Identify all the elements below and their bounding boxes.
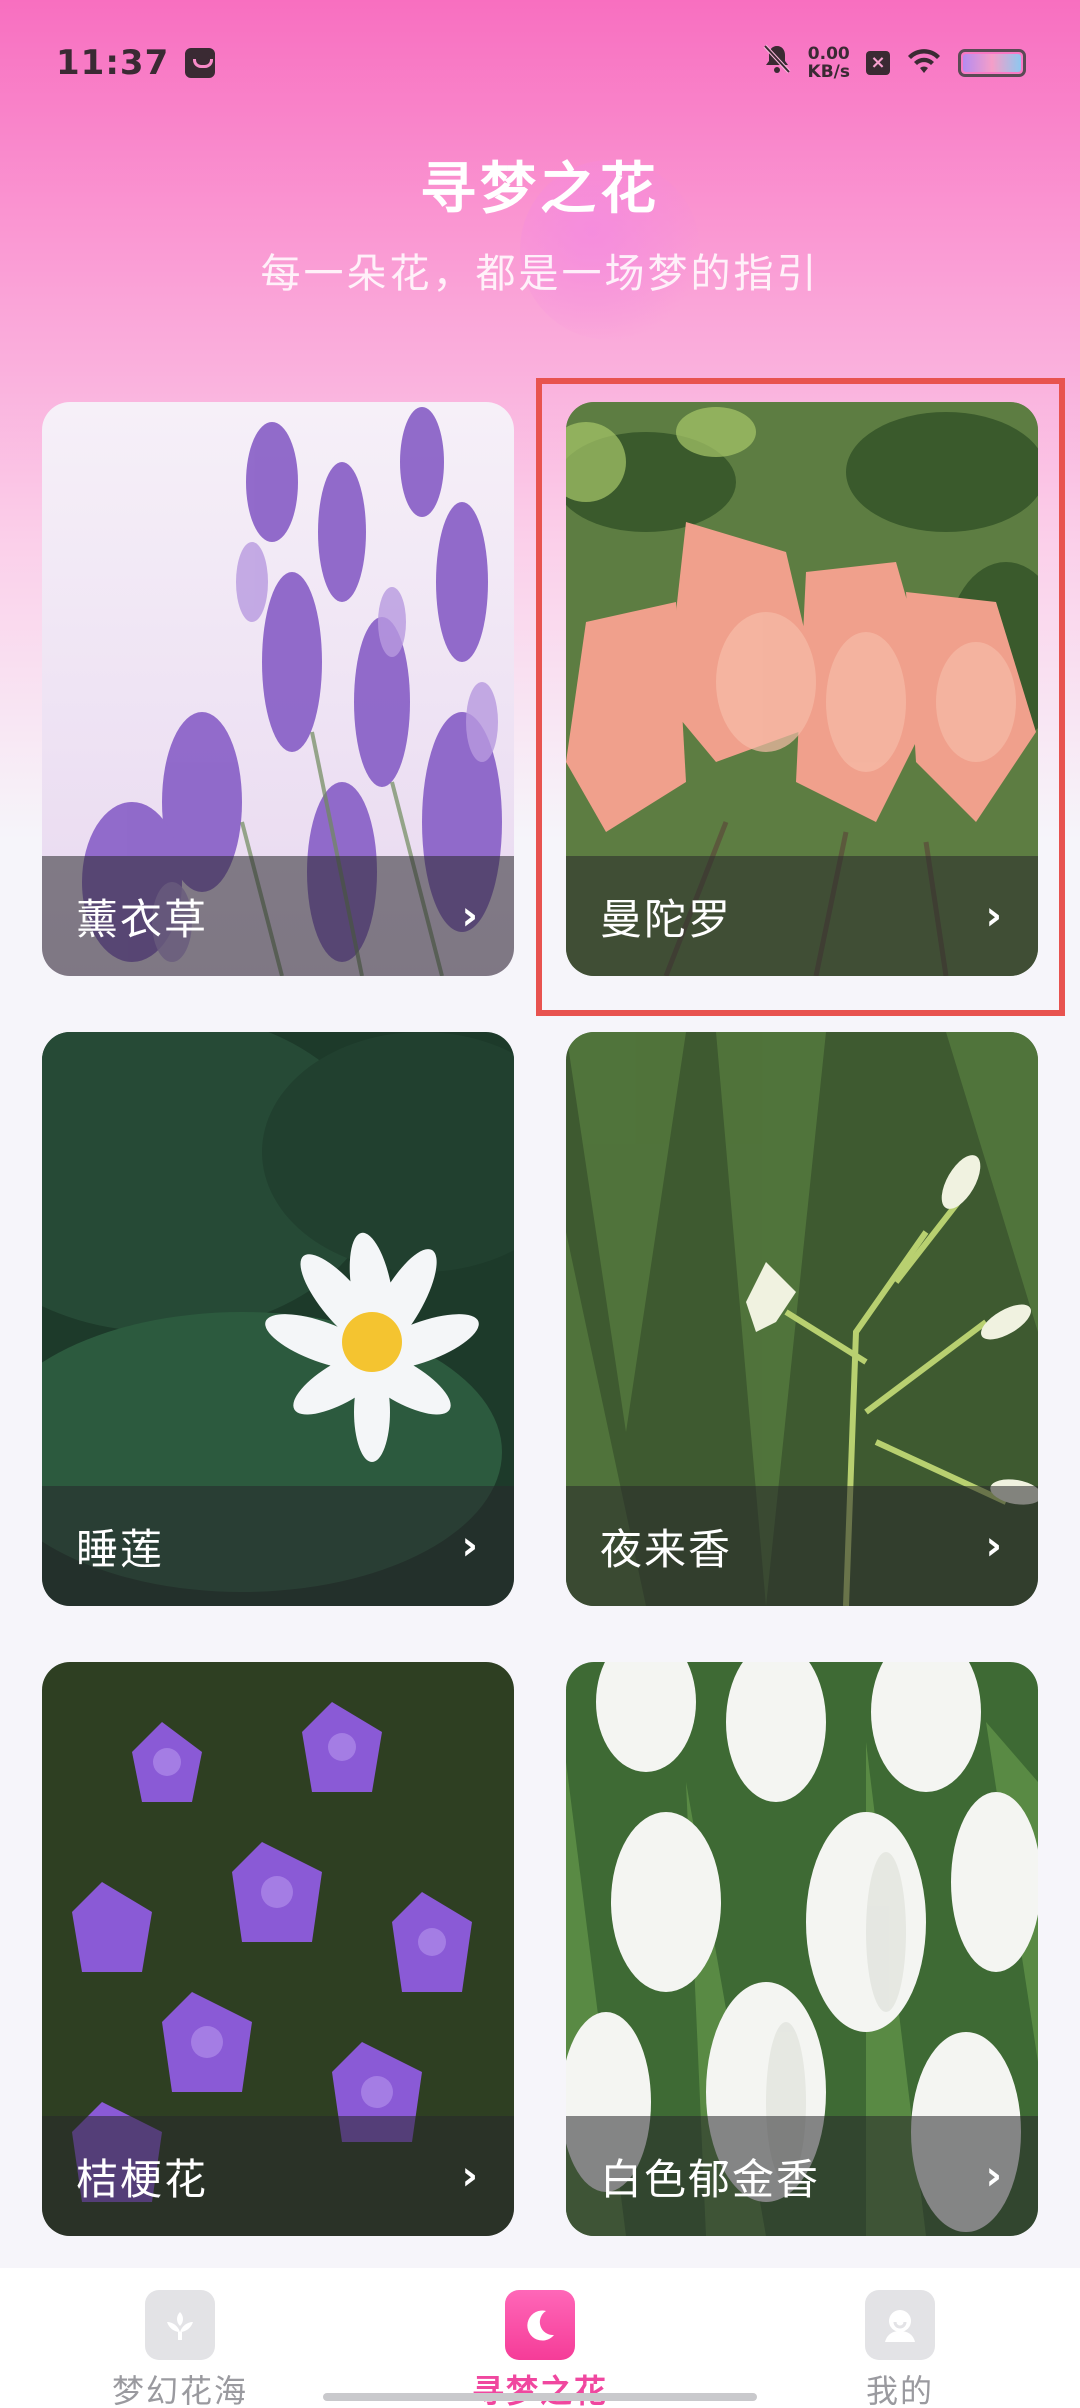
flower-card-balloon-flower[interactable]: 桔梗花 › [42,1662,514,2236]
chevron-right-icon: › [461,893,478,939]
flower-name: 薰衣草 [76,894,209,944]
nav-item-mine[interactable]: 我的 [750,2290,1050,2408]
network-speed-value: 0.00 [807,43,850,64]
bottom-navigation: 梦幻花海 寻梦之花 我的 [0,2268,1080,2408]
chevron-right-icon: › [461,1523,478,1569]
flower-label-bar: 白色郁金香 › [566,2116,1038,2236]
page-title: 寻梦之花 [420,157,660,222]
hero-header: 寻梦之花 每一朵花，都是一场梦的指引 [0,140,1080,299]
no-sim-icon: × [866,50,890,75]
nav-label: 我的 [865,2372,934,2408]
nav-item-find-dream-flower[interactable]: 寻梦之花 [390,2290,690,2408]
flower-card-tuberose[interactable]: 夜来香 › [566,1032,1038,1606]
flower-card-white-tulip[interactable]: 白色郁金香 › [566,1662,1038,2236]
nav-label: 寻梦之花 [471,2372,608,2408]
nav-label: 梦幻花海 [111,2372,248,2408]
chevron-right-icon: › [985,1523,1002,1569]
network-speed: 0.00 KB/s [808,45,850,81]
chevron-right-icon: › [985,893,1002,939]
flower-label-bar: 夜来香 › [566,1486,1038,1606]
nav-item-dream-flower-sea[interactable]: 梦幻花海 [30,2290,330,2408]
status-left: 11:37 [56,42,216,83]
flower-card-datura[interactable]: 曼陀罗 › [566,402,1038,976]
flower-label-bar: 薰衣草 › [42,856,514,976]
profile-icon [865,2290,935,2360]
flower-name: 夜来香 [600,1524,733,1574]
flower-name: 曼陀罗 [600,894,733,944]
flower-name: 白色郁金香 [600,2154,821,2204]
battery-level [963,53,1021,72]
wifi-icon [906,47,942,79]
chevron-right-icon: › [461,2153,478,2199]
network-speed-unit: KB/s [807,61,850,82]
battery-icon [958,48,1026,77]
flower-card-water-lily[interactable]: 睡莲 › [42,1032,514,1606]
status-bar: 11:37 0.00 KB/s × [0,0,1080,125]
flower-label-bar: 曼陀罗 › [566,856,1038,976]
flower-card-lavender[interactable]: 薰衣草 › [42,402,514,976]
page-subtitle: 每一朵花，都是一场梦的指引 [260,251,820,297]
flower-icon [145,2290,215,2360]
status-time: 11:37 [56,42,170,83]
status-right: 0.00 KB/s × [762,43,1026,83]
bell-muted-icon [762,43,792,83]
flower-name: 睡莲 [76,1524,165,1574]
flower-label-bar: 桔梗花 › [42,2116,514,2236]
message-notification-icon [185,47,216,78]
flower-name: 桔梗花 [76,2154,209,2204]
chevron-right-icon: › [985,2153,1002,2199]
home-indicator[interactable] [323,2393,757,2401]
flower-label-bar: 睡莲 › [42,1486,514,1606]
moon-icon [505,2290,575,2360]
